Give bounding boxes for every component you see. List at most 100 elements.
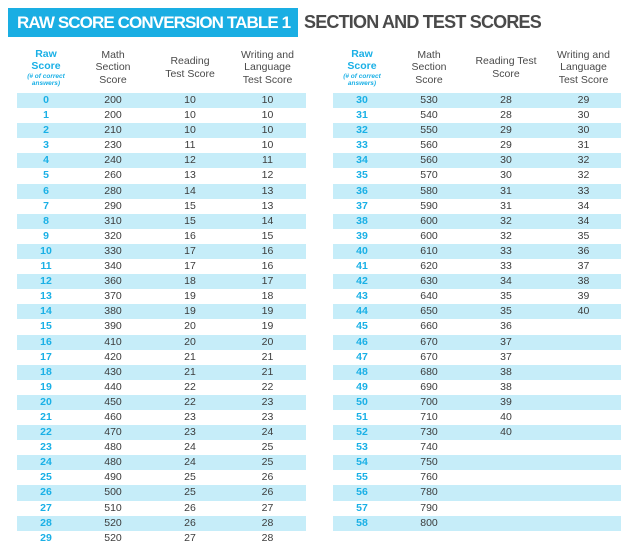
reading-test-score-cell: 37	[500, 335, 512, 348]
table-title-banner: RAW SCORE CONVERSION TABLE 1	[8, 8, 298, 37]
raw-score-cell: 2	[43, 124, 49, 137]
reading-test-score-cell: 10	[184, 109, 196, 122]
table-row: 9 320 16 15	[17, 229, 306, 244]
math-section-score-cell: 210	[104, 124, 122, 137]
writing-language-score-cell: 19	[261, 320, 274, 333]
reading-test-score-cell	[467, 516, 545, 531]
table-row: 34 560 30 32	[333, 153, 621, 169]
table-row: 45 660 36	[333, 319, 621, 334]
table-row: 25 490 25 26	[17, 470, 306, 485]
table-row: 31 540 28 30	[333, 108, 621, 123]
reading-test-score-cell: 25	[184, 486, 196, 499]
writing-language-score-cell: 18	[261, 290, 274, 303]
raw-score-cell: 25	[40, 471, 52, 484]
header-label: Section	[95, 61, 131, 74]
section-title: SECTION AND TEST SCORES	[304, 12, 542, 32]
writing-language-score-cell: 37	[577, 260, 590, 273]
table-row: 56 780	[333, 485, 621, 501]
writing-language-score-cell	[545, 335, 622, 350]
math-section-score-cell: 260	[104, 169, 122, 182]
reading-test-score-cell: 32	[500, 229, 512, 242]
raw-score-cell: 1	[43, 109, 49, 122]
raw-score-cell: 31	[356, 109, 368, 122]
raw-score-cell: 30	[356, 94, 368, 106]
math-section-score-cell: 750	[420, 456, 438, 469]
math-section-score-cell: 550	[420, 124, 438, 137]
writing-language-score-cell: 10	[261, 109, 274, 122]
reading-test-score-cell: 30	[500, 154, 512, 167]
writing-language-score-cell: 38	[577, 275, 590, 288]
header-label: Score	[347, 60, 377, 72]
table-row: 26 500 25 26	[17, 485, 306, 501]
writing-language-score-cell: 10	[261, 124, 274, 137]
math-section-score-cell: 200	[104, 94, 122, 106]
reading-test-score-cell: 23	[184, 410, 196, 423]
raw-score-cell: 50	[356, 395, 368, 408]
table-row: 58 800	[333, 515, 622, 531]
math-section-score-cell: 390	[104, 320, 122, 333]
math-section-score-cell: 490	[104, 471, 122, 484]
math-section-score-cell: 610	[420, 244, 438, 257]
writing-language-score-cell: 12	[261, 169, 274, 182]
reading-test-score-cell: 28	[500, 94, 512, 106]
table-header-right: Raw Score (# of correct answers) Math Se…	[333, 42, 621, 93]
writing-language-score-cell	[545, 516, 622, 531]
table-row: 32 550 29 30	[333, 123, 621, 139]
reading-test-score-cell: 32	[500, 214, 512, 227]
raw-score-cell: 13	[40, 290, 52, 303]
raw-score-cell: 21	[40, 410, 52, 423]
table-row: 29 520 27 28	[17, 531, 306, 546]
raw-score-cell: 15	[40, 320, 52, 333]
table-body-right: 30 530 28 29 31 540 28 30 32 550 29 30 33 560 29 31 34 56…	[333, 93, 621, 531]
raw-score-cell: 55	[356, 471, 368, 484]
math-section-score-cell: 700	[420, 395, 438, 408]
reading-test-score-cell: 37	[500, 350, 512, 363]
raw-score-cell: 51	[356, 410, 368, 423]
header-label: Test Score	[165, 67, 215, 80]
math-section-score-cell: 760	[420, 471, 438, 484]
reading-test-score-cell: 40	[500, 426, 512, 439]
writing-language-score-cell: 24	[261, 426, 274, 439]
math-section-score-cell: 310	[104, 214, 122, 227]
table-row: 51 710 40	[333, 410, 621, 425]
header-label: Math	[417, 48, 441, 61]
writing-language-score-cell: 11	[262, 154, 273, 167]
table-row: 47 670 37	[333, 350, 621, 365]
reading-test-score-cell: 26	[184, 501, 196, 514]
table-row: 42 630 34 38	[333, 274, 621, 290]
table-row: 11 340 17 16	[17, 259, 306, 274]
table-row: 10 330 17 16	[17, 243, 306, 260]
reading-test-score-cell: 26	[184, 516, 196, 529]
writing-language-score-cell: 28	[261, 531, 274, 544]
reading-test-score-cell: 31	[500, 184, 512, 197]
writing-language-score-cell: 21	[261, 365, 274, 378]
table-row: 24 480 24 25	[17, 455, 306, 471]
header-reading-test-score: Reading Test Score	[151, 42, 229, 93]
reading-test-score-cell: 35	[500, 290, 512, 303]
table-row: 5 260 13 12	[17, 168, 306, 183]
reading-test-score-cell: 24	[184, 456, 196, 469]
raw-score-cell: 45	[356, 320, 368, 333]
raw-score-cell: 42	[356, 275, 368, 288]
header-label: Raw	[35, 47, 57, 60]
reading-test-score-cell: 40	[500, 410, 512, 423]
writing-language-score-cell	[545, 470, 622, 485]
table-row: 40 610 33 36	[333, 243, 621, 260]
math-section-score-cell: 780	[420, 486, 438, 499]
table-row: 8 310 15 14	[17, 213, 306, 229]
writing-language-score-cell	[545, 395, 622, 410]
math-section-score-cell: 630	[420, 275, 438, 288]
header-sublabel: (# of correct	[27, 72, 65, 80]
header-sublabel: answers)	[31, 80, 61, 87]
math-section-score-cell: 600	[420, 214, 438, 227]
writing-language-score-cell: 39	[577, 290, 590, 303]
reading-test-score-cell: 24	[184, 441, 196, 454]
header-math-section-score: Math Section Score	[75, 42, 151, 93]
table-row: 21 460 23 23	[17, 410, 306, 425]
table-row: 7 290 15 13	[17, 199, 306, 214]
header-writing-language-test-score: Writing and Language Test Score	[229, 42, 306, 93]
writing-language-score-cell: 15	[261, 229, 274, 242]
header-label: Score	[31, 60, 61, 72]
table-row: 19 440 22 22	[17, 380, 306, 395]
reading-test-score-cell: 16	[184, 229, 196, 242]
